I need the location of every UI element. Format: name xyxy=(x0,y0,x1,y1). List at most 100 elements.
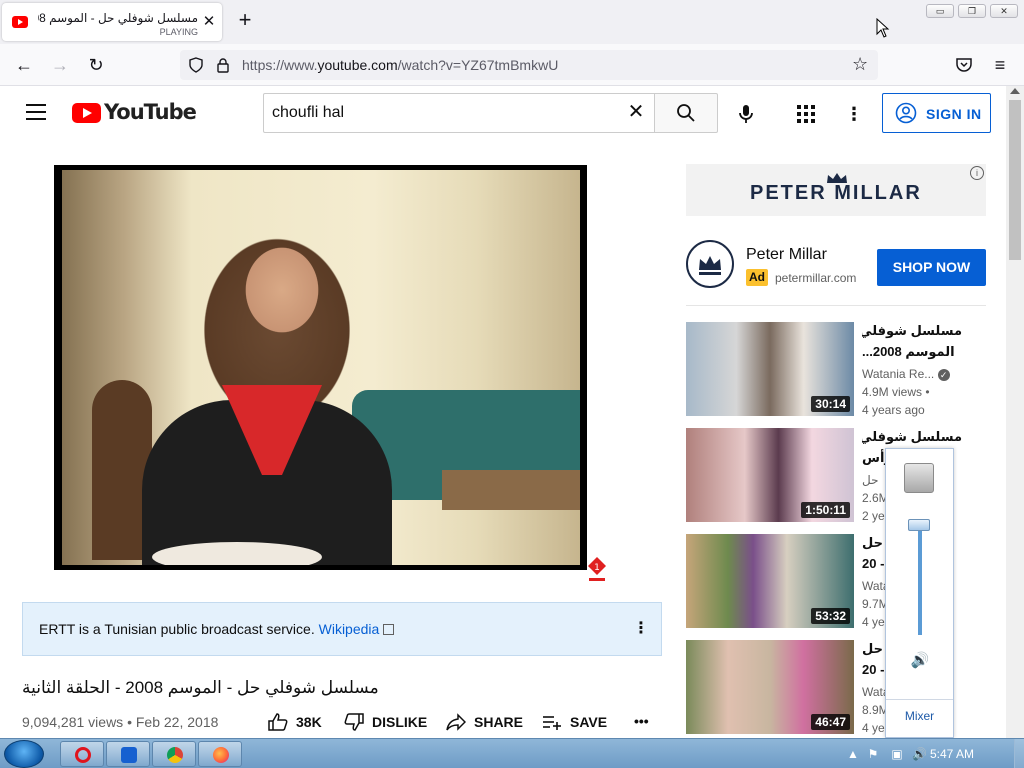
guide-menu-icon[interactable] xyxy=(26,104,46,120)
scrollbar-thumb[interactable] xyxy=(1009,100,1021,260)
clear-search-icon[interactable]: ✕ xyxy=(624,100,648,124)
pocket-icon[interactable] xyxy=(955,56,973,74)
advertiser-domain: petermillar.com xyxy=(775,271,857,285)
volume-mixer-popup: 🔊 Mixer xyxy=(885,448,954,738)
browser-tab-strip: مسلسل شوفلي حل - الموسم 2008 PLAYING ✕ +… xyxy=(0,0,1024,44)
youtube-logo-icon[interactable] xyxy=(72,103,101,123)
thumbs-up-icon xyxy=(268,713,288,731)
apps-grid-icon[interactable] xyxy=(796,104,816,124)
advertiser-name[interactable]: Peter Millar xyxy=(746,246,827,264)
taskbar-chrome-icon[interactable] xyxy=(152,741,196,767)
tab-close-icon[interactable]: ✕ xyxy=(200,13,218,31)
external-link-icon xyxy=(383,624,395,635)
taskbar-malwarebytes-icon[interactable] xyxy=(106,741,150,767)
voice-search-mic-icon[interactable] xyxy=(734,102,758,126)
search-icon xyxy=(677,104,695,122)
taskbar-firefox-icon[interactable] xyxy=(198,741,242,767)
like-button[interactable]: 38K xyxy=(268,713,322,731)
clock-time[interactable]: 5:47 AM xyxy=(930,747,974,761)
taskbar-opera-icon[interactable] xyxy=(60,741,104,767)
related-thumbnail-1[interactable]: 30:14 xyxy=(686,322,854,416)
video-duration: 1:50:11 xyxy=(801,502,850,518)
scroll-up-arrow-icon[interactable] xyxy=(1010,88,1020,94)
related-age: 4 years ago xyxy=(862,403,925,417)
bookmark-star-icon[interactable]: ☆ xyxy=(852,55,870,73)
share-icon xyxy=(446,713,466,731)
tray-flag-icon[interactable]: ⚑ xyxy=(866,747,880,761)
windows-taskbar: ▲ ⚑ ▣ 🔊 5:47 AM xyxy=(0,738,1024,768)
tab-playing-status: PLAYING xyxy=(159,27,198,37)
speaker-device-icon[interactable] xyxy=(904,463,934,493)
tray-network-icon[interactable]: ▣ xyxy=(890,747,904,761)
video-player[interactable] xyxy=(54,165,587,570)
start-button-icon[interactable] xyxy=(4,740,44,768)
add-to-playlist-icon xyxy=(543,716,561,730)
ad-divider xyxy=(686,305,986,306)
forward-arrow-icon[interactable]: → xyxy=(48,53,72,77)
save-button[interactable]: SAVE xyxy=(542,713,607,731)
search-button[interactable] xyxy=(654,93,718,133)
tray-volume-icon[interactable]: 🔊 xyxy=(912,747,927,761)
verified-check-icon: ✓ xyxy=(937,369,950,381)
related-title-line2[interactable]: الموسم 2008... xyxy=(862,343,962,361)
menu-hamburger-icon[interactable]: ≡ xyxy=(988,53,1012,77)
related-title-line1[interactable]: مسلسل شوفلي حل xyxy=(862,428,962,446)
wikipedia-link[interactable]: Wikipedia xyxy=(319,621,380,637)
channel-watermark-logo: 1 xyxy=(586,555,608,585)
youtube-logo-text[interactable]: YouTube xyxy=(104,100,197,124)
reload-icon[interactable]: ↻ xyxy=(84,53,108,77)
more-actions-icon[interactable]: ••• xyxy=(634,713,649,729)
related-channel[interactable]: Watania Re... ✓ xyxy=(862,365,962,383)
browser-tab-active[interactable]: مسلسل شوفلي حل - الموسم 2008 PLAYING ✕ xyxy=(2,3,222,41)
maximize-button[interactable]: ❐ xyxy=(958,4,986,18)
url-text[interactable]: https://www.youtube.com/watch?v=YZ67tmBm… xyxy=(242,57,558,73)
related-views: 4.9M views • xyxy=(862,385,930,399)
upload-date: Feb 22, 2018 xyxy=(135,714,219,730)
back-arrow-icon[interactable]: ← xyxy=(12,53,36,77)
save-label: SAVE xyxy=(570,714,608,730)
minimize-button[interactable]: ▭ xyxy=(926,4,954,18)
ad-banner[interactable]: PETER MILLAR i xyxy=(686,164,986,216)
search-box[interactable]: choufli hal ✕ xyxy=(263,93,655,133)
sign-in-label: SIGN IN xyxy=(926,106,982,122)
video-duration: 53:32 xyxy=(811,608,850,624)
sign-in-button[interactable]: SIGN IN xyxy=(882,93,991,133)
new-tab-button[interactable]: + xyxy=(234,9,256,33)
tracking-shield-icon[interactable] xyxy=(188,57,204,73)
browser-nav-bar: ← → ↻ https://www.youtube.com/watch?v=YZ… xyxy=(0,44,1024,86)
related-thumbnail-3[interactable]: 53:32 xyxy=(686,534,854,628)
show-desktop-button[interactable] xyxy=(1014,739,1024,768)
close-window-button[interactable]: ✕ xyxy=(990,4,1018,18)
mute-speaker-icon[interactable]: 🔊 xyxy=(910,651,930,671)
ad-info-icon[interactable]: i xyxy=(970,166,984,180)
video-frame[interactable] xyxy=(62,170,580,565)
advertiser-avatar[interactable] xyxy=(686,240,734,288)
related-title-line1[interactable]: مسلسل شوفلي حل - xyxy=(862,322,962,340)
page-scrollbar[interactable] xyxy=(1006,86,1024,738)
account-icon xyxy=(895,102,917,124)
url-bar[interactable]: https://www.youtube.com/watch?v=YZ67tmBm… xyxy=(180,50,878,80)
related-thumbnail-4[interactable]: 46:47 xyxy=(686,640,854,734)
youtube-header: YouTube choufli hal ✕ ⋮ SIGN IN xyxy=(0,86,1006,142)
tab-title: مسلسل شوفلي حل - الموسم 2008 xyxy=(38,11,198,25)
mixer-link[interactable]: Mixer xyxy=(886,709,953,723)
search-input[interactable]: choufli hal xyxy=(272,104,344,122)
video-meta: 9,094,281 views • Feb 22, 2018 xyxy=(22,714,219,730)
info-panel-text: ERTT is a Tunisian public broadcast serv… xyxy=(39,621,395,637)
video-title: مسلسل شوفلي حل - الموسم 2008 - الحلقة ال… xyxy=(22,678,379,697)
mouse-cursor-icon xyxy=(876,17,890,38)
related-thumbnail-2[interactable]: 1:50:11 xyxy=(686,428,854,522)
settings-more-icon[interactable]: ⋮ xyxy=(844,104,864,124)
video-duration: 30:14 xyxy=(811,396,850,412)
lock-icon[interactable] xyxy=(216,57,230,73)
svg-text:1: 1 xyxy=(594,563,600,573)
shop-now-button[interactable]: SHOP NOW xyxy=(877,249,986,286)
ad-banner-brand: PETER MILLAR xyxy=(750,182,922,204)
info-panel-menu-icon[interactable]: ⋮ xyxy=(633,619,649,639)
view-count: 9,094,281 views xyxy=(22,714,124,730)
tray-show-hidden-icon[interactable]: ▲ xyxy=(846,747,860,761)
dislike-button[interactable]: DISLIKE xyxy=(344,713,427,731)
share-button[interactable]: SHARE xyxy=(446,713,523,731)
volume-slider-thumb[interactable] xyxy=(908,519,930,531)
dislike-label: DISLIKE xyxy=(372,714,428,730)
